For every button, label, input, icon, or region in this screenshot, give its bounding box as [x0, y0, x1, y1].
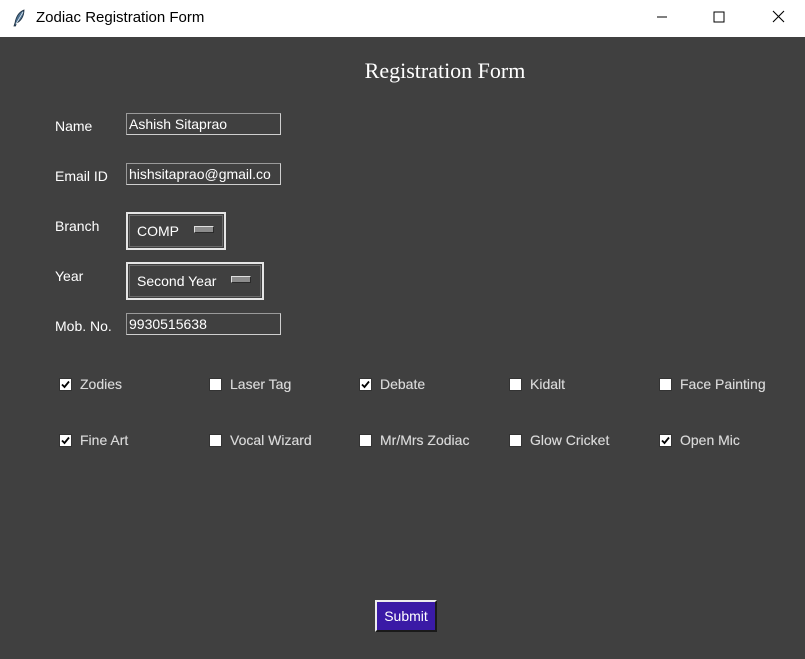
checkmark-icon: [361, 380, 370, 388]
event-checkbox-label: Kidalt: [530, 376, 566, 392]
minimize-icon: [656, 10, 668, 28]
event-checkbox[interactable]: Debate: [359, 374, 425, 394]
event-checkbox[interactable]: Face Painting: [659, 374, 766, 394]
event-checkbox-label: Face Painting: [680, 376, 766, 392]
event-checkbox[interactable]: Laser Tag: [209, 374, 291, 394]
maximize-icon: [713, 10, 725, 28]
minimize-button[interactable]: [639, 0, 685, 37]
email-label: Email ID: [55, 168, 108, 184]
checkmark-icon: [661, 436, 670, 444]
event-checkbox[interactable]: Zodies: [59, 374, 122, 394]
checkbox-box[interactable]: [59, 433, 72, 447]
checkbox-box[interactable]: [359, 433, 372, 447]
checkbox-box[interactable]: [359, 377, 372, 391]
event-checkbox-label: Glow Cricket: [530, 432, 610, 448]
title-bar[interactable]: Zodiac Registration Form: [0, 0, 805, 37]
event-checkbox-label: Open Mic: [680, 432, 740, 448]
name-label: Name: [55, 118, 93, 134]
checkbox-box[interactable]: [209, 433, 222, 447]
checkbox-box[interactable]: [509, 377, 522, 391]
event-checkbox[interactable]: Mr/Mrs Zodiac: [359, 430, 469, 450]
option-indicator-icon: [231, 276, 251, 283]
feather-icon: [12, 9, 28, 27]
option-indicator-icon: [194, 226, 214, 233]
maximize-button[interactable]: [696, 0, 742, 37]
checkmark-icon: [61, 380, 70, 388]
checkbox-box[interactable]: [209, 377, 222, 391]
event-checkbox-label: Zodies: [80, 376, 123, 392]
year-label: Year: [55, 268, 84, 284]
checkbox-box[interactable]: [659, 377, 672, 391]
name-input[interactable]: Ashish Sitaprao: [126, 113, 281, 135]
branch-label: Branch: [55, 218, 100, 234]
checkbox-box[interactable]: [59, 377, 72, 391]
checkbox-box[interactable]: [509, 433, 522, 447]
event-checkbox-label: Vocal Wizard: [230, 432, 312, 448]
app-window: Zodiac Registration Form Registration Fo…: [0, 0, 805, 659]
branch-dropdown[interactable]: COMP: [126, 212, 226, 250]
close-icon: [772, 10, 785, 28]
event-checkbox-label: Debate: [380, 376, 426, 392]
event-checkbox[interactable]: Open Mic: [659, 430, 740, 450]
event-checkbox[interactable]: Kidalt: [509, 374, 565, 394]
submit-button[interactable]: Submit: [375, 600, 437, 632]
email-input[interactable]: hishsitaprao@gmail.co: [126, 163, 281, 185]
branch-dropdown-value: COMP: [137, 223, 179, 239]
form-title: Registration Form: [364, 58, 526, 83]
mobile-label: Mob. No.: [55, 318, 112, 334]
close-button[interactable]: [755, 0, 801, 37]
event-checkbox-label: Laser Tag: [230, 376, 292, 392]
year-dropdown[interactable]: Second Year: [126, 262, 264, 300]
event-checkbox[interactable]: Glow Cricket: [509, 430, 609, 450]
event-checkbox[interactable]: Vocal Wizard: [209, 430, 312, 450]
mobile-input[interactable]: 9930515638: [126, 313, 281, 335]
event-checkbox-label: Mr/Mrs Zodiac: [380, 432, 470, 448]
event-checkbox[interactable]: Fine Art: [59, 430, 128, 450]
window-title: Zodiac Registration Form: [36, 9, 205, 26]
event-checkbox-label: Fine Art: [80, 432, 129, 448]
checkmark-icon: [61, 436, 70, 444]
year-dropdown-value: Second Year: [137, 273, 217, 289]
checkbox-box[interactable]: [659, 433, 672, 447]
